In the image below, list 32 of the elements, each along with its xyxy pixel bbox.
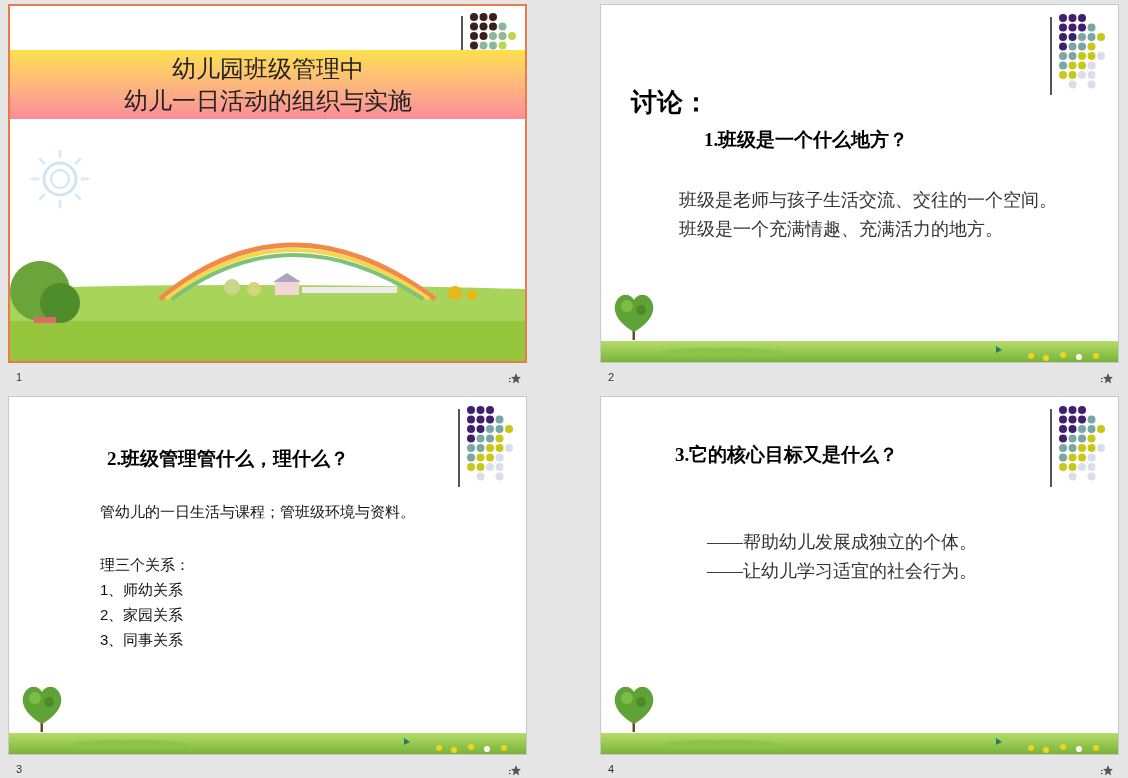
slide-title: 幼儿一日活动的组织与实施: [123, 85, 412, 116]
slide-number: 2: [608, 370, 615, 385]
slide-title: 幼儿园班级管理中: [171, 53, 364, 84]
slide-number: 1: [16, 370, 23, 385]
list-item: 2、家园关系: [100, 605, 185, 625]
slide-thumbnail[interactable]: 3.它的核心目标又是什么？ ——帮助幼儿发展成独立的个体。 ——让幼儿学习适宜的社会行为。: [600, 396, 1119, 755]
slide-subheading: 1.班级是一个什么地方？: [704, 128, 909, 152]
dot-pattern-drawing: [469, 12, 519, 52]
body-text: 管幼儿的一日生活与课程；管班级环境与资料。: [100, 502, 415, 522]
slide-number: 3: [16, 762, 23, 777]
body-text: ——帮助幼儿发展成独立的个体。: [707, 531, 977, 554]
tree-drawing: [613, 684, 655, 732]
star-icon[interactable]: [509, 373, 521, 384]
body-text: ——让幼儿学习适宜的社会行为。: [707, 560, 977, 583]
slide-number: 4: [608, 762, 615, 777]
body-text: 班级是老师与孩子生活交流、交往的一个空间。: [679, 189, 1057, 212]
sun-icon: [30, 149, 90, 209]
list-item: 3、同事关系: [100, 630, 185, 650]
tree-drawing: [613, 292, 655, 340]
tree-drawing: [21, 684, 63, 732]
star-icon[interactable]: [1101, 373, 1113, 384]
slide-heading: 3.它的核心目标又是什么？: [675, 443, 899, 467]
list-item: 1、师幼关系: [100, 580, 185, 600]
slide-thumbnail[interactable]: 2.班级管理管什么，理什么？ 管幼儿的一日生活与课程；管班级环境与资料。 理三个关系： 1、师幼关系 2、家园关系 3、同事关系: [8, 396, 527, 755]
slide-thumbnail[interactable]: 幼儿园班级管理中 幼儿一日活动的组织与实施: [8, 4, 527, 363]
slide-heading: 讨论：: [631, 87, 709, 119]
slide-heading: 2.班级管理管什么，理什么？: [107, 447, 350, 471]
star-icon[interactable]: [1101, 765, 1113, 776]
slide-thumbnail[interactable]: 讨论： 1.班级是一个什么地方？ 班级是老师与孩子生活交流、交往的一个空间。 班级是一个充满情趣、充满活力的地方。: [600, 4, 1119, 363]
star-icon[interactable]: [509, 765, 521, 776]
list-item: 理三个关系：: [100, 555, 190, 575]
body-text: 班级是一个充满情趣、充满活力的地方。: [679, 218, 1004, 241]
